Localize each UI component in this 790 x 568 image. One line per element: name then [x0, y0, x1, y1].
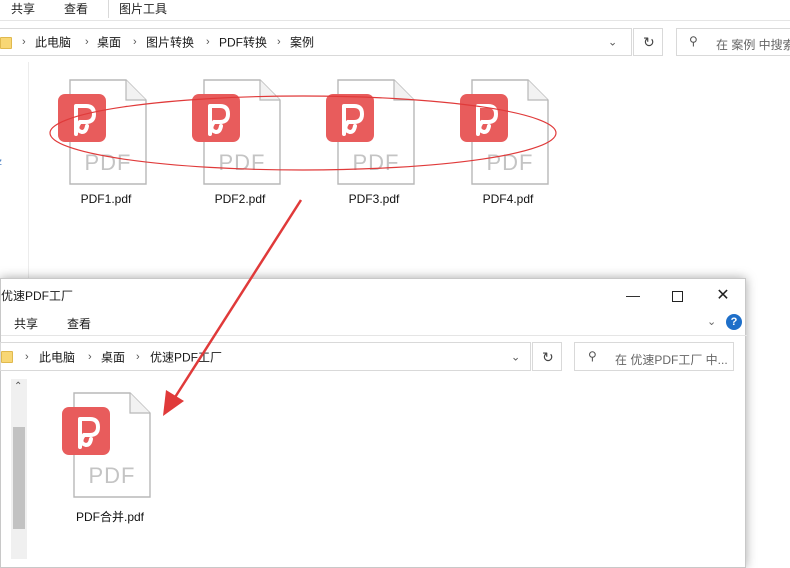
window-title: 优速PDF工厂	[1, 289, 74, 303]
nav-scrollbar[interactable]: ⌃	[11, 379, 27, 559]
ribbon-bottom-border	[0, 20, 790, 21]
breadcrumb-item[interactable]: 优速PDF工厂	[150, 348, 222, 365]
search-icon: ⚲	[588, 349, 597, 363]
file-name: PDF合并.pdf	[75, 510, 145, 524]
pdf-file-icon: PDF	[460, 79, 549, 185]
chevron-right-icon: ›	[206, 36, 210, 48]
file-item[interactable]: PDF PDF2.pdf	[190, 78, 290, 208]
pdf-badge	[192, 94, 240, 142]
refresh-icon: ↻	[542, 349, 554, 365]
navigation-pane[interactable]: z	[0, 62, 29, 278]
pdf-badge	[62, 407, 110, 455]
chevron-right-icon: ›	[136, 350, 140, 363]
chevron-right-icon: ›	[25, 350, 29, 363]
chevron-right-icon: ›	[88, 350, 92, 363]
file-name: PDF4.pdf	[482, 192, 534, 206]
pdf-label: PDF	[219, 150, 266, 175]
ribbon-tab-view[interactable]: 查看	[67, 315, 91, 332]
file-item[interactable]: PDF PDF3.pdf	[324, 78, 424, 208]
search-input[interactable]: ⚲ 在 优速PDF工厂 中...	[574, 342, 734, 371]
file-item[interactable]: PDF PDF4.pdf	[458, 78, 558, 208]
ribbon-divider	[108, 0, 109, 18]
file-item[interactable]: PDF PDF1.pdf	[56, 78, 156, 208]
search-input[interactable]: ⚲ 在 案例 中搜索	[676, 28, 790, 56]
search-placeholder: 在 优速PDF工厂 中...	[615, 353, 728, 367]
breadcrumb-item[interactable]: 此电脑	[39, 348, 75, 365]
pdf-badge	[58, 94, 106, 142]
minimize-icon: —	[626, 287, 640, 303]
chevron-right-icon: ›	[133, 36, 137, 48]
file-item[interactable]: PDF PDF合并.pdf	[60, 391, 160, 531]
maximize-button[interactable]	[662, 285, 692, 305]
address-bar[interactable]: › 此电脑 › 桌面 › 优速PDF工厂 ⌄	[0, 342, 531, 371]
pdf-label: PDF	[85, 150, 132, 175]
file-name: PDF3.pdf	[348, 192, 400, 206]
pdf-label: PDF	[487, 150, 534, 175]
folder-icon	[0, 37, 12, 49]
search-placeholder: 在 案例 中搜索	[716, 38, 790, 52]
chevron-down-icon[interactable]: ⌄	[608, 36, 617, 49]
breadcrumb-item[interactable]: 桌面	[97, 34, 121, 51]
folder-icon	[1, 351, 13, 363]
refresh-icon: ↻	[643, 34, 655, 50]
refresh-button[interactable]: ↻	[633, 28, 663, 56]
nav-item-marker: z	[0, 157, 2, 168]
ribbon-tab-view[interactable]: 查看	[64, 0, 88, 17]
search-icon: ⚲	[689, 34, 698, 48]
pdf-file-icon: PDF	[192, 79, 281, 185]
close-button[interactable]: ✕	[708, 285, 738, 305]
breadcrumb-item[interactable]: PDF转换	[219, 34, 267, 51]
maximize-icon	[671, 290, 683, 302]
scroll-up-icon[interactable]: ⌃	[14, 381, 22, 392]
ribbon-tab-share[interactable]: 共享	[14, 315, 38, 332]
ribbon-tab-share[interactable]: 共享	[11, 0, 35, 17]
chevron-right-icon: ›	[85, 36, 89, 48]
file-name: PDF1.pdf	[80, 192, 132, 206]
help-button[interactable]: ?	[726, 314, 742, 330]
front-window: 优速PDF工厂 — ✕ 共享 查看 ⌄ ? › 此电脑 › 桌面 › 优速PDF…	[0, 278, 747, 568]
breadcrumb-item[interactable]: 桌面	[101, 348, 125, 365]
help-icon: ?	[730, 316, 738, 328]
chevron-down-icon[interactable]: ⌄	[511, 350, 520, 363]
pdf-badge	[326, 94, 374, 142]
ribbon-expand-icon[interactable]: ⌄	[707, 315, 716, 328]
pdf-label: PDF	[353, 150, 400, 175]
breadcrumb-item[interactable]: 案例	[290, 34, 314, 51]
scroll-thumb[interactable]	[13, 427, 25, 529]
minimize-button[interactable]: —	[618, 285, 648, 305]
pdf-file-icon: PDF	[326, 79, 415, 185]
back-window: 共享 查看 图片工具 › 此电脑 › 桌面 › 图片转换 › PDF转换 › 案…	[0, 0, 790, 278]
ribbon-bottom-border	[1, 335, 747, 336]
pdf-file-icon: PDF	[58, 79, 147, 185]
pdf-label: PDF	[89, 463, 136, 488]
pdf-badge	[460, 94, 508, 142]
ribbon-tab-picture-tools[interactable]: 图片工具	[119, 0, 167, 17]
pdf-file-icon: PDF	[62, 392, 151, 498]
breadcrumb-item[interactable]: 此电脑	[35, 34, 71, 51]
chevron-right-icon: ›	[277, 36, 281, 48]
breadcrumb-item[interactable]: 图片转换	[146, 34, 194, 51]
chevron-right-icon: ›	[22, 36, 26, 48]
close-icon: ✕	[716, 287, 730, 304]
refresh-button[interactable]: ↻	[532, 342, 562, 371]
address-bar[interactable]: › 此电脑 › 桌面 › 图片转换 › PDF转换 › 案例 ⌄	[0, 28, 632, 56]
file-name: PDF2.pdf	[214, 192, 266, 206]
